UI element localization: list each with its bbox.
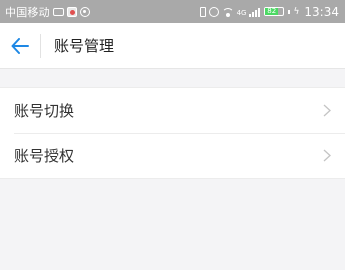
menu-list: 账号切换 账号授权 xyxy=(0,87,345,179)
battery-level: 82 xyxy=(267,7,277,15)
status-bar: 中国移动 4G 82 ϟ 13:34 xyxy=(0,0,345,23)
back-button[interactable] xyxy=(0,23,40,69)
menu-item-account-switch[interactable]: 账号切换 xyxy=(0,88,345,133)
title-bar: 账号管理 xyxy=(0,23,345,69)
menu-item-label: 账号授权 xyxy=(14,147,75,165)
network-type-label: 4G xyxy=(236,8,247,17)
chevron-right-icon xyxy=(323,149,331,162)
charging-icon: ϟ xyxy=(293,6,300,17)
menu-item-label: 账号切换 xyxy=(14,102,75,120)
clock: 13:34 xyxy=(304,4,339,19)
wifi-icon xyxy=(221,7,234,17)
vibrate-icon xyxy=(199,6,206,17)
message-icon xyxy=(52,7,64,16)
status-right: 4G 82 ϟ 13:34 xyxy=(199,4,339,19)
arrow-left-icon xyxy=(11,37,29,54)
title-divider xyxy=(40,33,41,58)
battery-icon: 82 xyxy=(264,7,285,16)
signal-icon xyxy=(249,7,261,17)
battery-cap xyxy=(288,9,291,14)
chevron-right-icon xyxy=(323,104,331,117)
carrier-label: 中国移动 xyxy=(5,5,50,19)
alarm-icon xyxy=(208,6,219,17)
menu-item-account-authorize[interactable]: 账号授权 xyxy=(0,133,345,178)
page-title: 账号管理 xyxy=(54,37,115,55)
app-notification-icon xyxy=(79,6,90,17)
app-notification-icon xyxy=(66,6,77,17)
status-left: 中国移动 xyxy=(5,4,90,20)
